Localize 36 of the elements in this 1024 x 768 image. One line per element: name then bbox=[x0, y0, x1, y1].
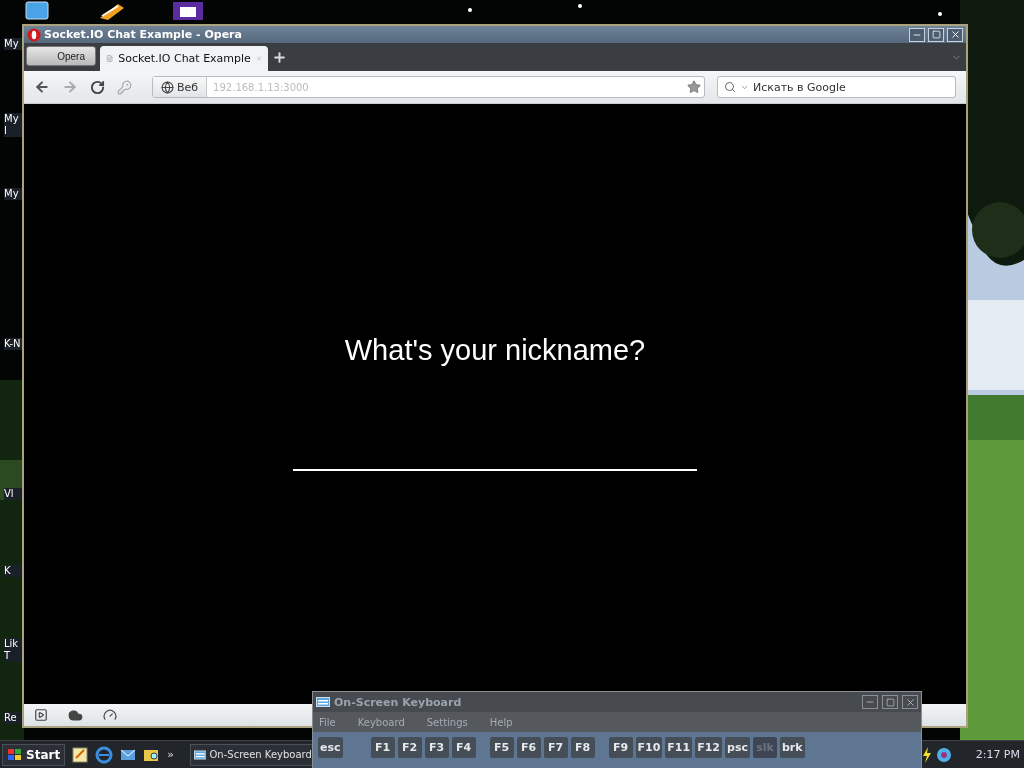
desktop-icon-label[interactable]: Vl bbox=[4, 488, 22, 500]
url-text: 192.168.1.13:3000 bbox=[212, 81, 310, 93]
web-badge-button[interactable]: Веб bbox=[153, 77, 208, 97]
nickname-heading: What's your nickname? bbox=[344, 334, 646, 367]
keyboard-key[interactable]: F2 bbox=[397, 737, 422, 758]
keyboard-key[interactable]: F7 bbox=[543, 737, 568, 758]
start-button[interactable]: Start bbox=[2, 743, 66, 766]
keyboard-key[interactable]: esc bbox=[318, 737, 343, 758]
more-chevron[interactable]: » bbox=[167, 748, 174, 761]
window-title: On-Screen Keyboard bbox=[334, 695, 463, 709]
keyboard-key[interactable]: F9 bbox=[608, 737, 633, 758]
keyboard-key[interactable]: brk bbox=[779, 737, 805, 758]
desktop-icon-label[interactable]: My bbox=[4, 188, 22, 200]
keyboard-key[interactable]: F3 bbox=[424, 737, 449, 758]
keyboard-key[interactable]: F5 bbox=[489, 737, 514, 758]
keyboard-key[interactable]: F1 bbox=[370, 737, 395, 758]
opera-menu-button[interactable]: Opera bbox=[26, 46, 96, 66]
desktop-icon-label[interactable]: My I bbox=[4, 113, 22, 137]
desktop-icon-label[interactable]: Lik T bbox=[4, 638, 22, 662]
desktop-icon-label[interactable]: K bbox=[4, 565, 22, 577]
desktop-icon-label[interactable]: My bbox=[4, 38, 22, 50]
keyboard-key[interactable]: F11 bbox=[665, 737, 693, 758]
clock: 2:17 PM bbox=[975, 748, 1020, 761]
window-title: Socket.IO Chat Example - Opera bbox=[44, 28, 243, 41]
desktop-icon-label[interactable]: Re bbox=[4, 712, 22, 724]
browser-tab[interactable]: Socket.IO Chat Example bbox=[100, 46, 268, 71]
keyboard-key[interactable]: psc bbox=[725, 737, 750, 758]
keyboard-key[interactable]: F10 bbox=[635, 737, 663, 758]
desktop-icon-label[interactable]: K-N bbox=[4, 338, 22, 350]
search-field[interactable]: Искать в Google bbox=[753, 80, 949, 94]
keyboard-key[interactable]: F8 bbox=[570, 737, 595, 758]
keyboard-key[interactable]: F4 bbox=[451, 737, 476, 758]
keyboard-key[interactable]: F6 bbox=[516, 737, 541, 758]
keyboard-key[interactable]: F12 bbox=[695, 737, 722, 758]
address-field[interactable]: Веб 192.168.1.13:3000 bbox=[152, 76, 705, 98]
search-box[interactable]: Искать в Google bbox=[717, 76, 956, 98]
